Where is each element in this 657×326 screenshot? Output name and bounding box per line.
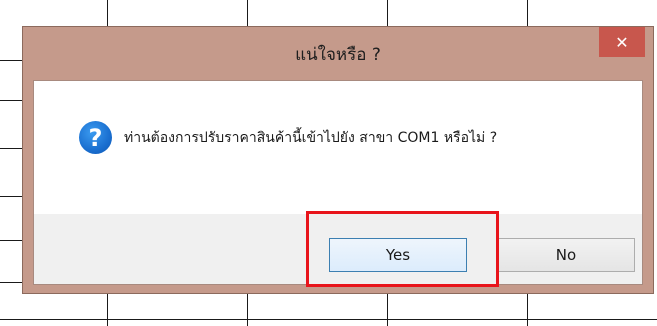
dialog-button-area: Yes No (34, 214, 642, 284)
dialog-client-area: ? ท่านต้องการปรับราคาสินค้านี้เข้าไปยัง … (33, 80, 643, 285)
grid-line (0, 196, 22, 197)
close-button[interactable]: ✕ (599, 27, 645, 57)
message-area: ? ท่านต้องการปรับราคาสินค้านี้เข้าไปยัง … (34, 81, 642, 214)
dialog-message: ท่านต้องการปรับราคาสินค้านี้เข้าไปยัง สา… (124, 130, 498, 146)
dialog-title: แน่ใจหรือ ? (295, 45, 381, 65)
grid-line (0, 319, 657, 320)
grid-line (0, 282, 22, 283)
yes-button[interactable]: Yes (329, 238, 467, 272)
question-icon: ? (79, 121, 112, 154)
confirm-dialog: แน่ใจหรือ ? ✕ ? ท่านต้องการปรับราคาสินค้… (22, 26, 654, 294)
close-icon: ✕ (615, 32, 629, 52)
dialog-title-bar[interactable]: แน่ใจหรือ ? ✕ (23, 27, 653, 80)
grid-line (0, 100, 22, 101)
no-button[interactable]: No (497, 238, 635, 272)
question-icon-glyph: ? (88, 123, 103, 152)
grid-line (0, 60, 22, 61)
grid-line (0, 148, 22, 149)
grid-line (0, 240, 22, 241)
